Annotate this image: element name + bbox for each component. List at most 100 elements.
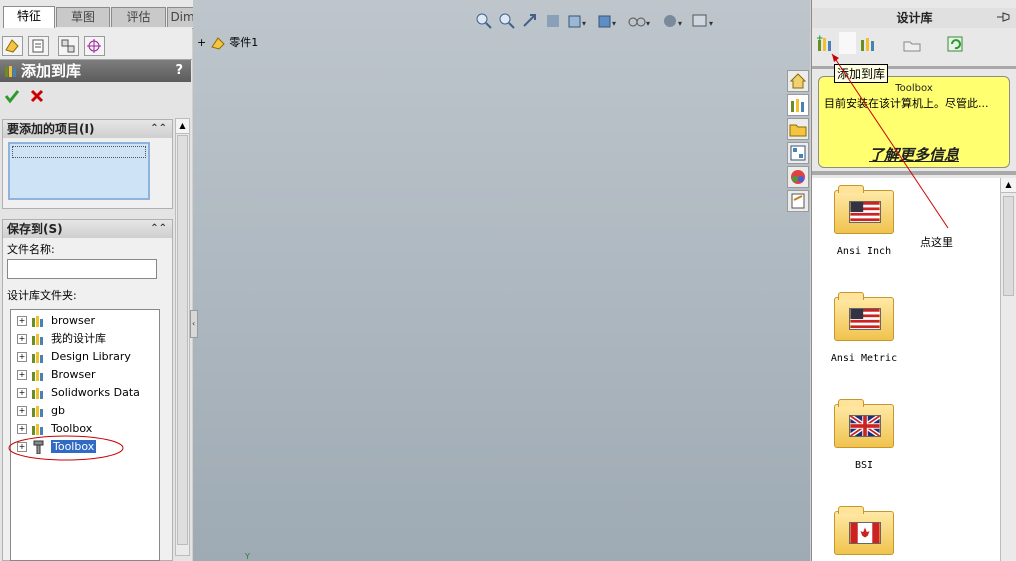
check-icon bbox=[4, 90, 20, 104]
expand-icon[interactable]: + bbox=[17, 316, 27, 326]
scene-icon[interactable]: ▾ bbox=[691, 12, 717, 30]
panel-splitter[interactable]: ‹ bbox=[190, 310, 198, 338]
design-library-icon bbox=[791, 99, 804, 112]
library-folder-icon bbox=[31, 332, 46, 346]
save-to-label: 保存到(S) bbox=[7, 222, 63, 236]
file-explorer-tab[interactable] bbox=[787, 118, 809, 140]
close-icon bbox=[30, 89, 44, 103]
edit-appearance-icon[interactable]: ▾ bbox=[661, 12, 685, 30]
tree-item-my-library[interactable]: + 我的设计库 bbox=[17, 330, 106, 347]
previous-view-icon[interactable] bbox=[521, 12, 539, 30]
folder-label: Ansi Inch bbox=[836, 246, 892, 257]
dimxpert-manager-button[interactable] bbox=[84, 36, 105, 56]
zoom-to-fit-icon[interactable] bbox=[475, 12, 493, 30]
tree-item-solidworks-data[interactable]: + Solidworks Data bbox=[17, 384, 140, 401]
svg-text:▾: ▾ bbox=[678, 19, 682, 28]
property-manager-button[interactable] bbox=[28, 36, 49, 56]
custom-properties-tab[interactable] bbox=[787, 190, 809, 212]
collapse-icon[interactable]: ⌃⌃ bbox=[150, 120, 167, 138]
svg-text:▾: ▾ bbox=[646, 19, 650, 28]
us-flag-icon bbox=[849, 308, 881, 330]
library-folder-icon bbox=[31, 314, 46, 328]
left-panel: 添加到库 ? 要添加的项目(I) ⌃⌃ 保存到(S) ⌃⌃ 文件名称: 设计库文… bbox=[0, 28, 192, 561]
selection-focus-row bbox=[12, 146, 146, 158]
library-folder-icon bbox=[31, 386, 46, 400]
tab-sketch[interactable]: 草图 bbox=[56, 7, 110, 27]
property-manager-header: 添加到库 ? bbox=[0, 60, 191, 82]
folder-label: BSI bbox=[854, 460, 874, 471]
help-button[interactable]: ? bbox=[175, 60, 183, 82]
add-to-library-icon bbox=[3, 63, 19, 85]
property-manager-icon bbox=[32, 39, 44, 53]
resources-tab[interactable] bbox=[787, 70, 809, 92]
feature-tree-root[interactable]: + 零件1 bbox=[197, 34, 258, 50]
hide-show-items-icon[interactable]: ▾ bbox=[627, 12, 653, 30]
svg-text:▾: ▾ bbox=[582, 19, 586, 28]
view-palette-icon bbox=[790, 145, 806, 161]
items-to-add-group: 要添加的项目(I) ⌃⌃ bbox=[2, 119, 173, 209]
library-folder-icon bbox=[31, 404, 46, 418]
expand-icon[interactable]: + bbox=[17, 352, 27, 362]
tree-item-gb[interactable]: + gb bbox=[17, 402, 65, 419]
tree-item-browser[interactable]: + browser bbox=[17, 312, 95, 329]
appearances-icon bbox=[791, 170, 805, 184]
items-to-add-label: 要添加的项目(I) bbox=[7, 122, 95, 136]
appearances-tab[interactable] bbox=[787, 166, 809, 188]
manager-icon-row bbox=[0, 28, 192, 60]
feature-manager-button[interactable] bbox=[2, 36, 23, 56]
collapse-icon[interactable]: ⌃⌃ bbox=[150, 220, 167, 238]
scroll-thumb[interactable] bbox=[177, 135, 188, 545]
items-to-add-header[interactable]: 要添加的项目(I) ⌃⌃ bbox=[3, 120, 172, 138]
folder-canada[interactable] bbox=[834, 506, 894, 555]
chevron-left-icon: ‹ bbox=[192, 319, 196, 328]
save-to-group: 保存到(S) ⌃⌃ 文件名称: 设计库文件夹: + browser + 我的设计库 … bbox=[2, 219, 173, 561]
property-manager-title: 添加到库 bbox=[21, 62, 82, 80]
configuration-manager-button[interactable] bbox=[58, 36, 79, 56]
library-folder-icon bbox=[31, 350, 46, 364]
tab-features[interactable]: 特征 bbox=[3, 6, 55, 28]
folder-icon bbox=[834, 292, 894, 341]
ok-button[interactable] bbox=[4, 88, 20, 107]
folder-ansi-metric[interactable]: Ansi Metric bbox=[831, 292, 897, 364]
section-view-icon[interactable] bbox=[544, 12, 562, 30]
folder-icon bbox=[834, 399, 894, 448]
expand-icon[interactable]: + bbox=[17, 388, 27, 398]
svg-text:▾: ▾ bbox=[709, 19, 713, 28]
y-axis-label: Y bbox=[245, 552, 250, 561]
feature-manager-icon bbox=[5, 39, 19, 53]
canada-flag-icon bbox=[849, 522, 881, 544]
tree-item-design-library[interactable]: + Design Library bbox=[17, 348, 131, 365]
expand-icon[interactable]: + bbox=[17, 370, 27, 380]
folder-icon bbox=[789, 124, 807, 137]
view-orientation-icon[interactable]: ▾ bbox=[567, 12, 589, 30]
part-icon bbox=[210, 37, 225, 50]
uk-flag-icon bbox=[849, 415, 881, 437]
part-name: 零件1 bbox=[229, 36, 259, 49]
expand-icon[interactable]: + bbox=[17, 334, 27, 344]
left-panel-scrollbar[interactable]: ▲ bbox=[175, 118, 190, 556]
expand-icon[interactable]: + bbox=[17, 406, 27, 416]
display-style-icon[interactable]: ▾ bbox=[597, 12, 619, 30]
library-folder-icon bbox=[31, 368, 46, 382]
tree-item-browser-2[interactable]: + Browser bbox=[17, 366, 96, 383]
expand-icon[interactable]: + bbox=[197, 36, 206, 49]
confirm-row bbox=[0, 84, 191, 110]
crosshair-icon bbox=[87, 39, 101, 53]
folder-bsi[interactable]: BSI bbox=[834, 399, 894, 471]
configuration-icon bbox=[61, 39, 75, 53]
view-palette-tab[interactable] bbox=[787, 142, 809, 164]
items-selection-box[interactable] bbox=[8, 142, 150, 200]
file-name-input[interactable] bbox=[7, 259, 157, 279]
scroll-up-icon[interactable]: ▲ bbox=[176, 119, 189, 134]
zoom-area-icon[interactable] bbox=[498, 12, 516, 30]
home-icon bbox=[789, 73, 807, 89]
tab-evaluate[interactable]: 评估 bbox=[111, 7, 166, 27]
task-pane-tabs bbox=[782, 68, 810, 218]
folder-icon bbox=[834, 506, 894, 555]
graphics-area[interactable]: + 零件1 ▾ ▾ ▾ ▾ ▾ Y bbox=[193, 0, 810, 561]
highlight-ellipse bbox=[8, 435, 124, 461]
save-to-header[interactable]: 保存到(S) ⌃⌃ bbox=[3, 220, 172, 238]
design-library-tab[interactable] bbox=[787, 94, 809, 116]
annotation-arrow bbox=[831, 53, 949, 229]
cancel-button[interactable] bbox=[29, 88, 45, 107]
